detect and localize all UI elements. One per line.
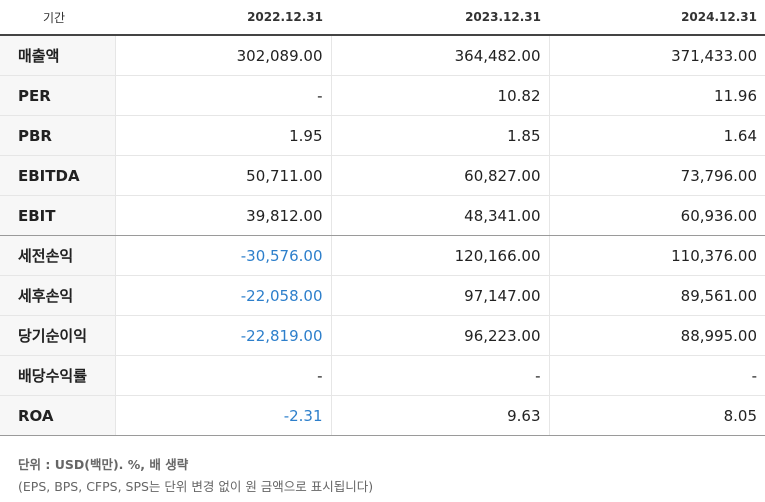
financial-summary: 기간 2022.12.31 2023.12.31 2024.12.31 매출액 3… [0, 0, 765, 502]
row-value: 110,376.00 [548, 235, 765, 276]
table-row: ROA -2.31 9.63 8.05 [0, 395, 765, 436]
row-label: 세후손익 [0, 275, 115, 316]
period-header-2024: 2024.12.31 [549, 0, 765, 36]
row-value: 60,827.00 [330, 155, 549, 196]
row-value: 60,936.00 [548, 195, 765, 236]
row-value: -22,058.00 [114, 275, 331, 316]
row-label: PBR [0, 115, 115, 156]
row-value: -2.31 [114, 395, 331, 436]
row-value: 120,166.00 [330, 235, 549, 276]
display-note: (EPS, BPS, CFPS, SPS는 단위 변경 없이 원 금액으로 표시… [18, 479, 374, 494]
row-label: 배당수익률 [0, 355, 115, 396]
row-value: - [114, 75, 331, 116]
row-label: 매출액 [0, 35, 115, 76]
row-value: 364,482.00 [330, 35, 549, 76]
period-header-2022: 2022.12.31 [115, 0, 331, 36]
row-label: 세전손익 [0, 235, 115, 276]
row-value: 96,223.00 [330, 315, 549, 356]
table-row: 당기순이익 -22,819.00 96,223.00 88,995.00 [0, 315, 765, 356]
row-value: 8.05 [548, 395, 765, 436]
row-value: 39,812.00 [114, 195, 331, 236]
row-value: 1.85 [330, 115, 549, 156]
row-value: 10.82 [330, 75, 549, 116]
table-row: EBIT 39,812.00 48,341.00 60,936.00 [0, 195, 765, 236]
row-label: EBITDA [0, 155, 115, 196]
row-value: -30,576.00 [114, 235, 331, 276]
row-value: 1.64 [548, 115, 765, 156]
financial-table: 기간 2022.12.31 2023.12.31 2024.12.31 매출액 3… [0, 0, 765, 436]
row-value: - [548, 355, 765, 396]
row-value: 48,341.00 [330, 195, 549, 236]
row-value: 89,561.00 [548, 275, 765, 316]
table-header: 기간 2022.12.31 2023.12.31 2024.12.31 [0, 0, 765, 36]
table-row: PER -10.82 11.96 [0, 75, 765, 116]
row-value: 97,147.00 [330, 275, 549, 316]
row-value: 73,796.00 [548, 155, 765, 196]
row-value: - [114, 355, 331, 396]
row-value: 11.96 [548, 75, 765, 116]
row-value: - [330, 355, 549, 396]
table-body: 매출액 302,089.00 364,482.00 371,433.00 PER -10.… [0, 35, 765, 436]
table-row: 세후손익 -22,058.00 97,147.00 89,561.00 [0, 275, 765, 316]
row-value: 371,433.00 [548, 35, 765, 76]
table-row: EBITDA 50,711.00 60,827.00 73,796.00 [0, 155, 765, 196]
row-value: 50,711.00 [114, 155, 331, 196]
row-value: 88,995.00 [548, 315, 765, 356]
header-row: 기간 2022.12.31 2023.12.31 2024.12.31 [0, 0, 765, 36]
unit-note: 단위 : USD(백만). %, 배 생략 [18, 457, 189, 472]
footnotes: 단위 : USD(백만). %, 배 생략 (EPS, BPS, CFPS, S… [18, 454, 373, 498]
table-row: 배당수익률 - - - [0, 355, 765, 396]
table-row: PBR 1.95 1.85 1.64 [0, 115, 765, 156]
table-row: 매출액 302,089.00 364,482.00 371,433.00 [0, 35, 765, 76]
row-value: -22,819.00 [114, 315, 331, 356]
period-header-label: 기간 [0, 0, 115, 36]
row-label: EBIT [0, 195, 115, 236]
row-value: 302,089.00 [114, 35, 331, 76]
row-label: 당기순이익 [0, 315, 115, 356]
row-label: ROA [0, 395, 115, 436]
row-value: 1.95 [114, 115, 331, 156]
row-label: PER [0, 75, 115, 116]
period-header-2023: 2023.12.31 [331, 0, 549, 36]
row-value: 9.63 [330, 395, 549, 436]
table-row: 세전손익 -30,576.00 120,166.00 110,376.00 [0, 235, 765, 276]
